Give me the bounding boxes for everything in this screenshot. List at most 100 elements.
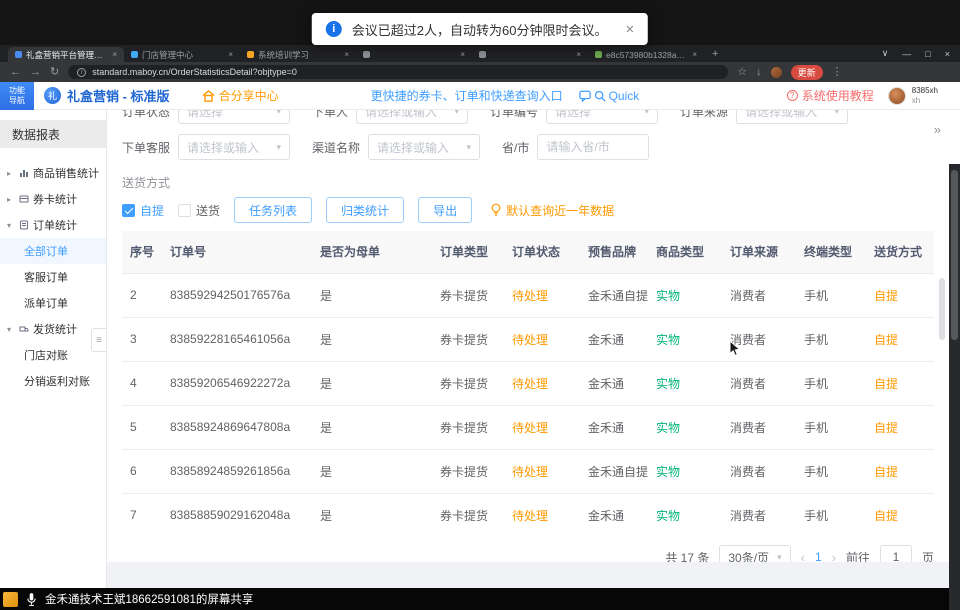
tab-close-icon[interactable]: × xyxy=(460,50,465,59)
browser-update-button[interactable]: 更新 xyxy=(791,65,823,80)
order-agent-select[interactable]: 请选择或输入 ▾ xyxy=(178,134,290,160)
sidebar-item-all-orders[interactable]: 全部订单 xyxy=(0,238,106,264)
sidebar-item-coupon-card-stats[interactable]: ▸ 券卡统计 xyxy=(0,186,106,212)
cell-order-no: 83859228165461056a xyxy=(162,317,312,361)
order-no-select[interactable]: 请选择 ▾ xyxy=(546,110,658,124)
category-stats-button[interactable]: 归类统计 xyxy=(326,197,404,223)
tab-close-icon[interactable]: × xyxy=(112,50,117,59)
forward-icon[interactable]: → xyxy=(30,67,41,78)
url-input[interactable]: i standard.maboy.cn/OrderStatisticsDetai… xyxy=(68,65,728,79)
cell-delivery: 自提 xyxy=(866,273,934,317)
filter-label: 订单来源 xyxy=(680,110,728,120)
browser-tab[interactable]: 门店管理中心 × xyxy=(124,47,240,62)
checkbox-label: 送货 xyxy=(196,202,220,219)
new-tab-button[interactable]: + xyxy=(712,48,718,60)
sidebar-item-product-sales-stats[interactable]: ▸ 商品销售统计 xyxy=(0,160,106,186)
col-order-no: 订单号 xyxy=(162,231,312,273)
url-text: standard.maboy.cn/OrderStatisticsDetail?… xyxy=(92,67,297,77)
window-minimize-button[interactable]: — xyxy=(902,49,911,59)
refresh-icon[interactable]: ↻ xyxy=(50,67,59,78)
page-scrollbar[interactable] xyxy=(949,164,960,610)
tab-favicon xyxy=(363,51,370,58)
tab-favicon xyxy=(479,51,486,58)
download-icon[interactable]: ↓ xyxy=(756,67,762,78)
next-page-button[interactable]: › xyxy=(832,550,836,563)
task-list-button[interactable]: 任务列表 xyxy=(234,197,312,223)
prev-page-button[interactable]: ‹ xyxy=(801,550,805,563)
browser-tab[interactable]: × xyxy=(472,47,588,62)
channel-name-select[interactable]: 请选择或输入 ▾ xyxy=(368,134,480,160)
cell-seq: 3 xyxy=(122,317,162,361)
tab-close-icon[interactable]: × xyxy=(576,50,581,59)
taskbar-app-icon[interactable] xyxy=(3,592,18,607)
cell-order-no: 83859294250176576a xyxy=(162,273,312,317)
table-scrollbar-thumb[interactable] xyxy=(939,278,945,340)
page-size-select[interactable]: 30条/页 ▾ xyxy=(719,545,790,562)
cell-is-parent: 是 xyxy=(312,405,432,449)
tab-title: e8c573980b1328a258fd2e6il xyxy=(606,50,688,60)
sidebar: 数据报表 ▸ 商品销售统计 ▸ 券卡统计 ▾ 订单 xyxy=(0,110,107,588)
quick-search-label: Quick xyxy=(609,89,640,103)
cell-source: 消费者 xyxy=(722,273,796,317)
goto-page-input[interactable] xyxy=(880,545,912,562)
col-product-type: 商品类型 xyxy=(648,231,722,273)
order-source-select[interactable]: 请选择或输入 ▾ xyxy=(736,110,848,124)
filter-collapse-icon[interactable]: » xyxy=(934,122,941,137)
window-maximize-button[interactable]: □ xyxy=(925,49,930,59)
cell-status: 待处理 xyxy=(504,493,580,537)
quick-search[interactable]: Quick xyxy=(579,89,640,103)
filter-order-source: 订单来源 请选择或输入 ▾ xyxy=(680,110,848,124)
select-placeholder: 请选择 xyxy=(555,110,591,120)
user-avatar[interactable] xyxy=(888,87,906,105)
site-info-icon[interactable]: i xyxy=(77,68,86,77)
sidebar-item-label: 订单统计 xyxy=(33,217,77,233)
col-order-type: 订单类型 xyxy=(432,231,504,273)
cell-status: 待处理 xyxy=(504,405,580,449)
page-scrollbar-thumb[interactable] xyxy=(951,170,958,340)
tab-close-icon[interactable]: × xyxy=(228,50,233,59)
sidebar-collapse-handle[interactable]: ≡ xyxy=(91,328,106,352)
order-status-select[interactable]: 请选择 ▾ xyxy=(178,110,290,124)
tutorial-label: 系统使用教程 xyxy=(802,87,874,104)
window-close-button[interactable]: × xyxy=(945,49,950,59)
delivery-checkbox[interactable]: 送货 xyxy=(178,202,220,219)
table-row: 3 83859228165461056a 是 券卡提货 待处理 金禾通 实物 消… xyxy=(122,317,934,361)
cell-status: 待处理 xyxy=(504,361,580,405)
browser-menu-icon[interactable]: ⋮ xyxy=(832,67,843,78)
cell-brand: 金禾通自提 xyxy=(580,449,648,493)
system-tutorial-link[interactable]: ? 系统使用教程 xyxy=(787,87,874,104)
page-number-current[interactable]: 1 xyxy=(815,550,822,562)
checkbox-checked-icon xyxy=(122,204,135,217)
sidebar-item-distribution-rebate[interactable]: 分销返利对账 xyxy=(0,368,106,394)
function-nav-toggle[interactable]: 功能 导航 xyxy=(0,82,34,110)
pickup-checkbox[interactable]: 自提 xyxy=(122,202,164,219)
filter-label: 省/市 xyxy=(502,139,529,156)
cell-product-type: 实物 xyxy=(648,449,722,493)
browser-tab[interactable]: 系统培训学习 × xyxy=(240,47,356,62)
share-center-link[interactable]: 合分享中心 xyxy=(202,87,279,104)
browser-profile-avatar[interactable] xyxy=(771,67,782,78)
sidebar-item-service-orders[interactable]: 客服订单 xyxy=(0,264,106,290)
province-city-input[interactable] xyxy=(537,134,649,160)
tab-title: 门店管理中心 xyxy=(142,49,224,61)
sidebar-item-order-stats[interactable]: ▾ 订单统计 xyxy=(0,212,106,238)
browser-tab[interactable]: × xyxy=(356,47,472,62)
filter-label: 下单人 xyxy=(312,110,348,120)
back-icon[interactable]: ← xyxy=(10,67,21,78)
tab-close-icon[interactable]: × xyxy=(344,50,349,59)
browser-tab-active[interactable]: 礼盒营销平台管理中心 × xyxy=(8,47,124,62)
col-order-status: 订单状态 xyxy=(504,231,580,273)
buyer-select[interactable]: 请选择或输入 ▾ xyxy=(356,110,468,124)
tab-search-icon[interactable]: ∨ xyxy=(882,48,889,59)
bookmark-star-icon[interactable]: ☆ xyxy=(737,67,747,78)
quick-query-entry-link[interactable]: 更快捷的券卡、订单和快递查询入口 xyxy=(371,87,563,104)
sidebar-item-dispatch-orders[interactable]: 派单订单 xyxy=(0,290,106,316)
cell-product-type: 实物 xyxy=(648,493,722,537)
browser-tab[interactable]: e8c573980b1328a258fd2e6il × xyxy=(588,47,704,62)
cell-seq: 5 xyxy=(122,405,162,449)
toast-close-icon[interactable]: × xyxy=(625,21,634,38)
export-button[interactable]: 导出 xyxy=(418,197,472,223)
sidebar-menu: ▸ 商品销售统计 ▸ 券卡统计 ▾ 订单统计 xyxy=(0,160,106,394)
cell-seq: 4 xyxy=(122,361,162,405)
tab-close-icon[interactable]: × xyxy=(692,50,697,59)
